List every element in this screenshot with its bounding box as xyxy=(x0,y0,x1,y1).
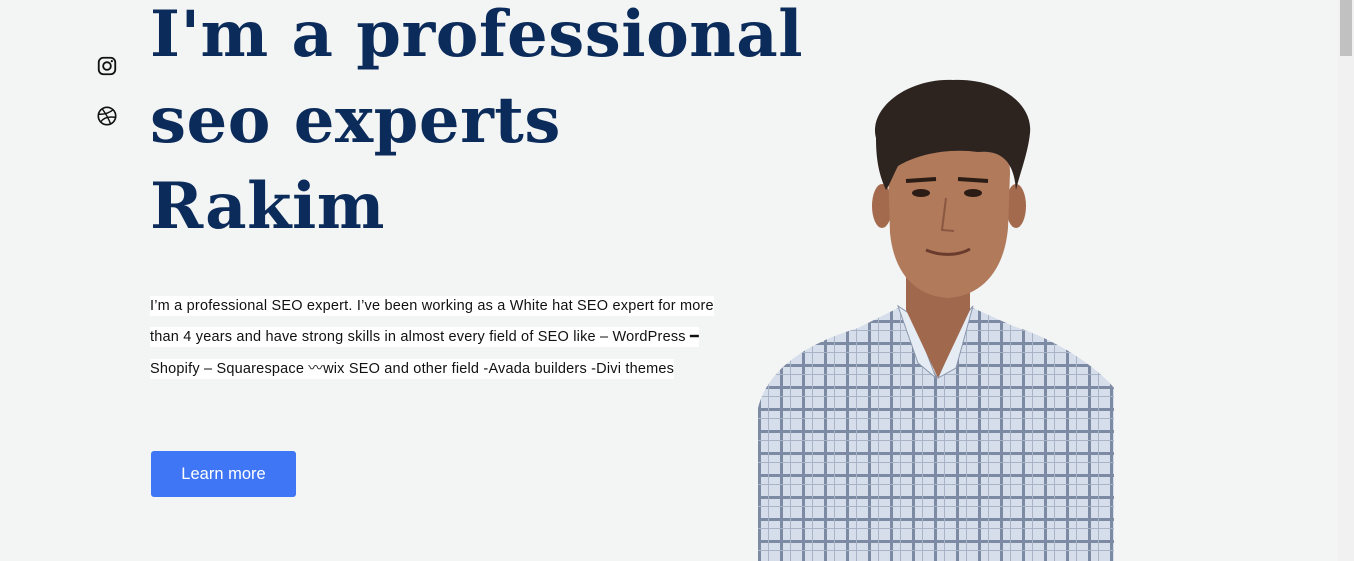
scrollbar-thumb[interactable] xyxy=(1340,0,1352,56)
hero-description-text: I’m a professional SEO expert. I’ve been… xyxy=(150,295,714,379)
dribbble-icon[interactable] xyxy=(96,105,118,127)
hero-title-line-3: Rakim xyxy=(150,169,385,244)
portrait-image xyxy=(758,79,1114,561)
hero-description: I’m a professional SEO expert. I’ve been… xyxy=(150,291,740,386)
learn-more-button[interactable]: Learn more xyxy=(151,451,296,497)
page-scrollbar[interactable] xyxy=(1338,0,1354,561)
hero-title-line-2: seo experts xyxy=(150,83,561,158)
instagram-icon[interactable] xyxy=(96,55,118,77)
hero-title-line-1: I'm a professional xyxy=(150,0,804,72)
hero-title: I'm a professional seo experts Rakim xyxy=(150,0,803,250)
social-links xyxy=(96,55,118,127)
